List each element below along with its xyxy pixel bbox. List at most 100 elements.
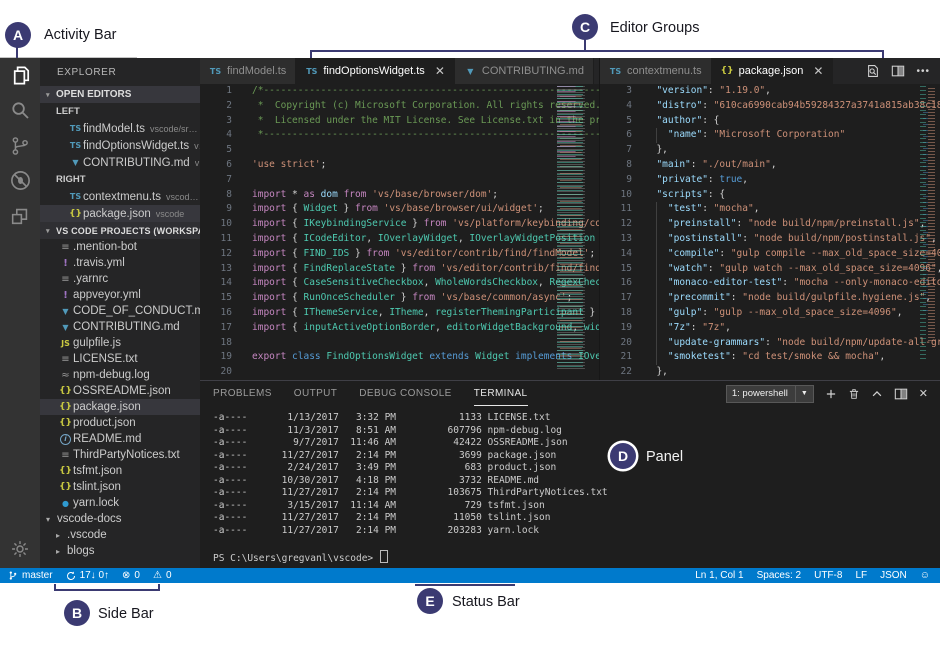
- status-item-utf-8[interactable]: UTF-8: [814, 570, 842, 581]
- tree-item-folder[interactable]: ▾vscode-docs: [40, 511, 200, 527]
- token: ,: [897, 307, 903, 318]
- open-editor-item[interactable]: TSfindOptionsWidget.tsvsco...: [40, 137, 200, 154]
- editor-left-code[interactable]: 1/*-------------------------------------…: [200, 84, 599, 380]
- tree-item-file[interactable]: ≡LICENSE.txt: [40, 351, 200, 367]
- tree-item-file[interactable]: iREADME.md: [40, 431, 200, 447]
- panel-tab-output[interactable]: OUTPUT: [294, 381, 338, 406]
- status-item-json[interactable]: JSON: [880, 570, 907, 581]
- panel-tab-debug-console[interactable]: DEBUG CONSOLE: [359, 381, 451, 406]
- tab-label: package.json: [739, 65, 804, 77]
- code-line: 9import { Widget } from 'vs/base/browser…: [200, 202, 599, 217]
- tree-item-name: .vscode: [67, 529, 107, 541]
- split-terminal-icon[interactable]: [894, 387, 908, 401]
- tab-close-icon[interactable]: ✕: [813, 64, 823, 78]
- tree-item-file[interactable]: {}OSSREADME.json: [40, 383, 200, 399]
- code-line: 11 "test": "mocha",: [600, 202, 940, 217]
- activity-bar-item-extensions[interactable]: [0, 198, 40, 233]
- split-editor-icon[interactable]: [891, 64, 905, 78]
- tree-item-file[interactable]: ≡ThirdPartyNotices.txt: [40, 447, 200, 463]
- status-item-error[interactable]: ⊗0: [122, 570, 140, 581]
- code-text: "preinstall": "node build/npm/preinstall…: [632, 217, 925, 232]
- tree-item-file[interactable]: {}tsfmt.json: [40, 463, 200, 479]
- status-item-label: JSON: [880, 570, 907, 581]
- open-editor-item[interactable]: TScontextmenu.tsvscode/src/...: [40, 188, 200, 205]
- new-terminal-icon[interactable]: [825, 388, 837, 400]
- open-editor-item[interactable]: ▼CONTRIBUTING.mdvscode: [40, 154, 200, 171]
- open-editor-item[interactable]: {}package.jsonvscode: [40, 205, 200, 222]
- token: :: [719, 248, 730, 259]
- tab-findOptionsWidget.ts[interactable]: TSfindOptionsWidget.ts✕: [296, 58, 455, 84]
- indent-guide: [656, 321, 657, 336]
- status-item-label: Spaces: 2: [757, 570, 801, 581]
- status-item-smiley[interactable]: ☺: [920, 570, 930, 581]
- token: }: [395, 263, 412, 274]
- code-line: 13import { FindReplaceState } from 'vs/e…: [200, 262, 599, 277]
- tab-findModel.ts[interactable]: TSfindModel.ts: [200, 58, 296, 84]
- tree-item-file[interactable]: !appveyor.yml: [40, 287, 200, 303]
- tree-item-file[interactable]: ≡.yarnrc: [40, 271, 200, 287]
- panel-header: PROBLEMS OUTPUT DEBUG CONSOLE TERMINAL 1: po…: [200, 381, 940, 406]
- kill-terminal-icon[interactable]: [848, 388, 860, 400]
- tab-package.json[interactable]: {}package.json✕: [712, 58, 834, 84]
- code-text: import * as dom from 'vs/base/browser/do…: [232, 188, 498, 203]
- status-item-sync[interactable]: 17↓ 0↑: [66, 570, 109, 581]
- tree-item-file[interactable]: ≡.mention-bot: [40, 239, 200, 255]
- tree-item-file[interactable]: {}package.json: [40, 399, 200, 415]
- status-item-lf[interactable]: LF: [855, 570, 867, 581]
- open-editor-item[interactable]: TSfindModel.tsvscode/src/vs/...: [40, 120, 200, 137]
- panel-tab-terminal[interactable]: TERMINAL: [474, 381, 528, 406]
- code-line: 7: [200, 173, 599, 188]
- code-line: 13 "postinstall": "node build/npm/postin…: [600, 232, 940, 247]
- code-text: "main": "./out/main",: [632, 158, 777, 173]
- tree-item-folder[interactable]: ▸blogs: [40, 543, 200, 559]
- overview-ruler[interactable]: [918, 86, 936, 376]
- workspace-header[interactable]: ▾VS CODE PROJECTS (WORKSPACE): [40, 222, 200, 239]
- open-preview-icon[interactable]: [866, 64, 880, 78]
- editor-right-code[interactable]: 3 "version": "1.19.0",4 "distro": "610ca…: [600, 84, 940, 380]
- line-number: 9: [200, 202, 232, 217]
- terminal-prompt[interactable]: PS C:\Users\gregvanl\vscode>: [213, 550, 388, 564]
- tree-item-file[interactable]: JSgulpfile.js: [40, 335, 200, 351]
- minimap[interactable]: [557, 86, 588, 370]
- tree-item-file[interactable]: {}tslint.json: [40, 479, 200, 495]
- maximize-panel-icon[interactable]: [871, 388, 883, 400]
- close-icon[interactable]: ✕: [919, 387, 928, 400]
- code-line: 5 "author": {: [600, 114, 940, 129]
- status-item-ln-1-col-1[interactable]: Ln 1, Col 1: [695, 570, 743, 581]
- token: :: [731, 351, 742, 362]
- status-item-spaces-2[interactable]: Spaces: 2: [757, 570, 801, 581]
- terminal-output[interactable]: -a---- 1/13/2017 3:32 PM 1133 LICENSE.tx…: [200, 406, 940, 537]
- open-editors-header[interactable]: ▾OPEN EDITORS: [40, 86, 200, 103]
- warning-icon: ⚠: [153, 570, 162, 581]
- yarn-file-icon: ●: [58, 499, 73, 508]
- activity-bar-item-explorer[interactable]: [0, 58, 40, 93]
- code-line: 17 "precommit": "node build/gulpfile.hyg…: [600, 291, 940, 306]
- tab-close-icon[interactable]: ✕: [435, 64, 445, 78]
- tab-contextmenu.ts[interactable]: TScontextmenu.ts: [600, 58, 712, 84]
- tree-item-folder[interactable]: ▸.vscode: [40, 527, 200, 543]
- tree-item-file[interactable]: ▼CONTRIBUTING.md: [40, 319, 200, 335]
- line-number: 14: [600, 247, 632, 262]
- status-item-git-branch[interactable]: master: [8, 570, 53, 581]
- activity-bar-item-debug[interactable]: [0, 163, 40, 198]
- status-bar-right: Ln 1, Col 1 Spaces: 2 UTF-8 LF JSON ☺: [695, 570, 930, 581]
- tree-item-file[interactable]: {}product.json: [40, 415, 200, 431]
- panel-tab-problems[interactable]: PROBLEMS: [213, 381, 272, 406]
- panel-controls: 1: powershell▼ ✕: [726, 385, 928, 403]
- list-file-icon: ≡: [58, 242, 73, 253]
- token: ;: [321, 159, 327, 170]
- token: :: [702, 129, 713, 140]
- more-actions-icon[interactable]: •••: [916, 66, 930, 77]
- tree-item-file[interactable]: ●yarn.lock: [40, 495, 200, 511]
- tree-item-file[interactable]: ≈npm-debug.log: [40, 367, 200, 383]
- activity-bar-item-settings-gear[interactable]: [0, 531, 40, 566]
- tree-item-file[interactable]: ▼CODE_OF_CONDUCT.md: [40, 303, 200, 319]
- tab-CONTRIBUTING.md[interactable]: ▼CONTRIBUTING.md: [455, 58, 594, 84]
- status-item-warning[interactable]: ⚠0: [153, 570, 172, 581]
- line-number: 11: [600, 202, 632, 217]
- activity-bar-item-search[interactable]: [0, 93, 40, 128]
- sidebar-explorer: EXPLORER ▾OPEN EDITORSLEFTTSfindModel.ts…: [40, 58, 200, 568]
- tree-item-file[interactable]: !.travis.yml: [40, 255, 200, 271]
- terminal-picker-dropdown[interactable]: 1: powershell▼: [726, 385, 814, 403]
- activity-bar-item-source-control[interactable]: [0, 128, 40, 163]
